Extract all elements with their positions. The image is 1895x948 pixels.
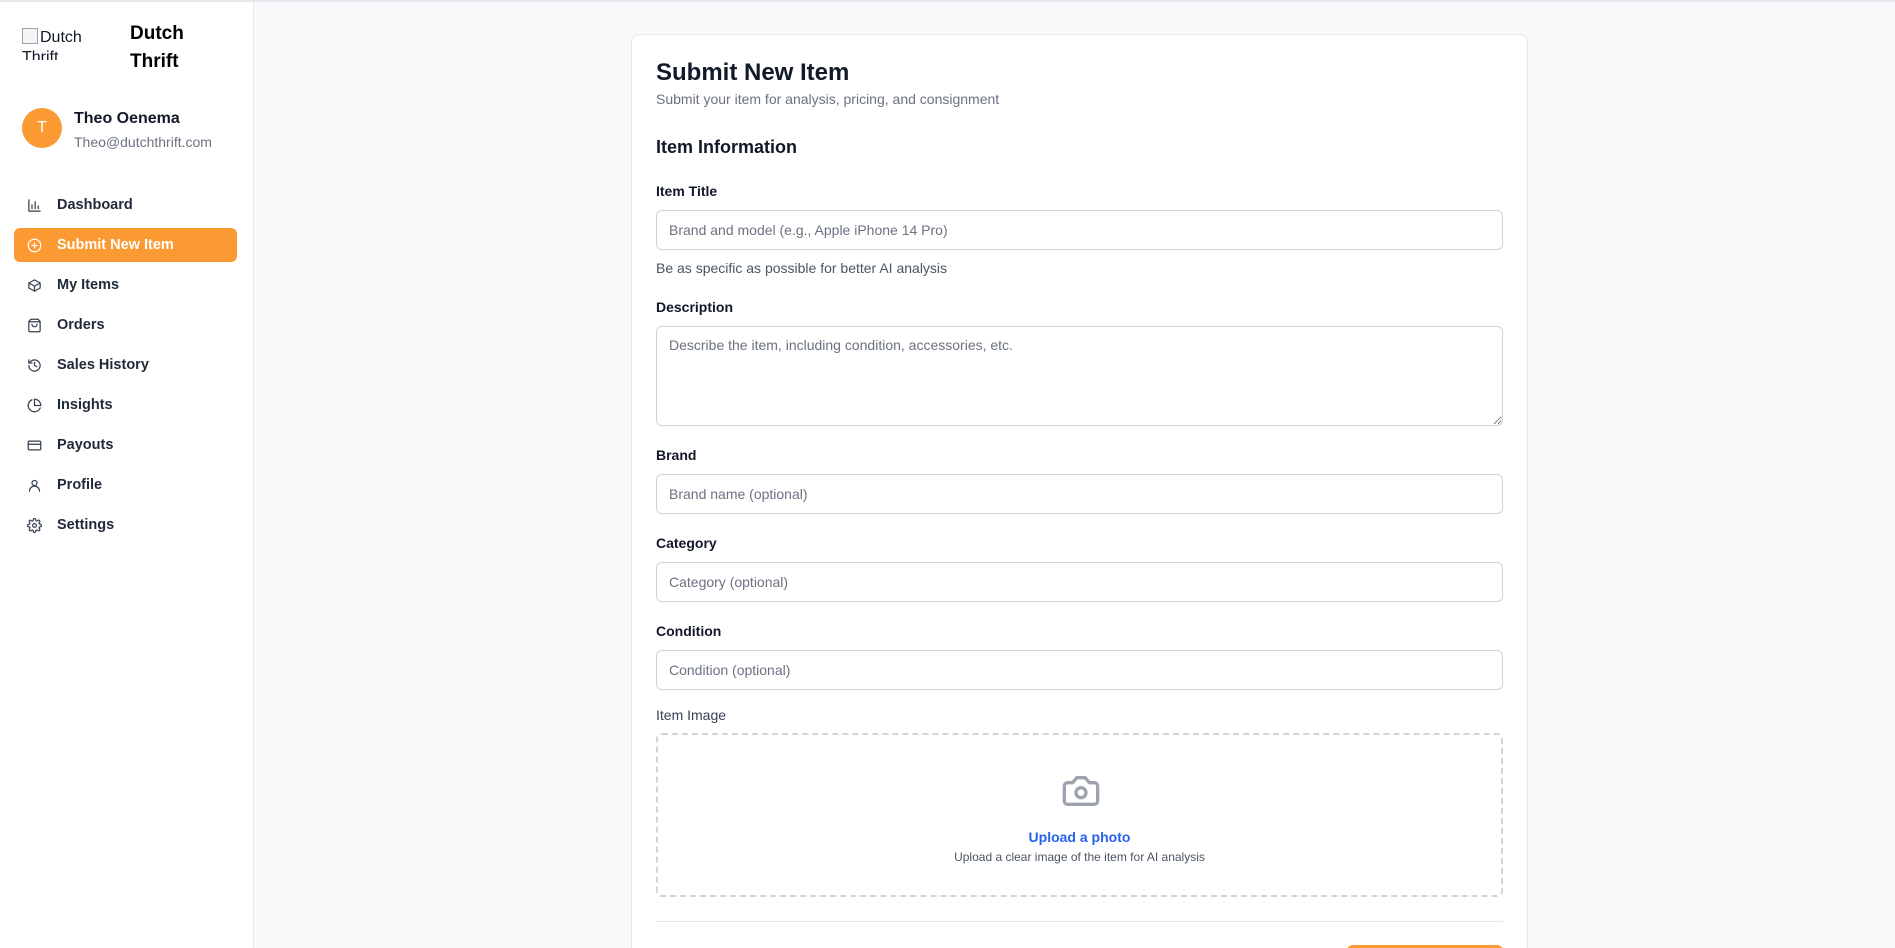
brand-name: Dutch Thrift — [130, 20, 184, 76]
sidebar-item-label: Insights — [57, 397, 113, 413]
sidebar-item-label: Settings — [57, 517, 115, 533]
description-textarea[interactable] — [656, 326, 1503, 426]
package-icon — [26, 277, 42, 293]
history-icon — [26, 357, 42, 373]
brand[interactable]: Dutch Thrift Dutch Thrift — [22, 20, 242, 72]
sidebar-item-my-items[interactable]: My Items — [14, 268, 237, 302]
shopping-bag-icon — [26, 317, 42, 333]
sidebar-item-label: Payouts — [57, 437, 114, 453]
broken-image-icon — [22, 28, 38, 44]
top-border — [0, 0, 1895, 2]
page-title: Submit New Item — [656, 59, 850, 86]
sidebar-item-label: Dashboard — [57, 197, 133, 213]
brand-name-line1: Dutch — [130, 23, 184, 44]
bar-chart-icon — [26, 197, 42, 213]
sidebar-item-orders[interactable]: Orders — [14, 308, 237, 342]
condition-input[interactable] — [656, 650, 1503, 690]
brand-input[interactable] — [656, 474, 1503, 514]
category-input[interactable] — [656, 562, 1503, 602]
category-label: Category — [656, 535, 717, 551]
item-title-input[interactable] — [656, 210, 1503, 250]
brand-label: Brand — [656, 447, 697, 463]
item-image-label: Item Image — [656, 707, 727, 723]
submit-item-card: Submit New Item Submit your item for ana… — [631, 34, 1528, 948]
sidebar-item-dashboard[interactable]: Dashboard — [14, 188, 237, 222]
image-dropzone[interactable]: Upload a photo Upload a clear image of t… — [656, 733, 1503, 897]
sidebar-item-label: Sales History — [57, 357, 149, 373]
brand-name-line2: Thrift — [130, 51, 179, 72]
user-name: Theo Oenema — [74, 110, 180, 127]
upload-hint: Upload a clear image of the item for AI … — [954, 850, 1205, 864]
avatar: T — [22, 108, 62, 148]
credit-card-icon — [26, 437, 42, 453]
sidebar-nav: Dashboard Submit New Item My Items Order… — [14, 188, 237, 548]
page-subtitle: Submit your item for analysis, pricing, … — [656, 91, 1000, 107]
sidebar: Dutch Thrift Dutch Thrift T Theo Oenema … — [0, 2, 254, 948]
sidebar-item-payouts[interactable]: Payouts — [14, 428, 237, 462]
divider — [656, 921, 1503, 922]
logo-image: Dutch Thrift — [22, 28, 100, 60]
gear-icon — [26, 517, 42, 533]
item-title-hint: Be as specific as possible for better AI… — [656, 260, 948, 276]
user-email: Theo@dutchthrift.com — [74, 134, 212, 150]
sidebar-item-label: Orders — [57, 317, 105, 333]
sidebar-item-settings[interactable]: Settings — [14, 508, 237, 542]
plus-circle-icon — [26, 237, 42, 253]
section-heading: Item Information — [656, 137, 798, 157]
sidebar-item-label: Submit New Item — [57, 237, 174, 253]
sidebar-item-label: My Items — [57, 277, 120, 293]
condition-label: Condition — [656, 623, 722, 639]
camera-icon — [1059, 771, 1103, 811]
user-profile: T Theo Oenema Theo@dutchthrift.com — [22, 108, 242, 152]
sidebar-item-insights[interactable]: Insights — [14, 388, 237, 422]
upload-photo-link[interactable]: Upload a photo — [658, 829, 1501, 845]
sidebar-item-profile[interactable]: Profile — [14, 468, 237, 502]
item-title-label: Item Title — [656, 183, 718, 199]
description-label: Description — [656, 299, 734, 315]
pie-chart-icon — [26, 397, 42, 413]
sidebar-item-sales-history[interactable]: Sales History — [14, 348, 237, 382]
user-icon — [26, 477, 42, 493]
sidebar-item-submit-new-item[interactable]: Submit New Item — [14, 228, 237, 262]
sidebar-item-label: Profile — [57, 477, 103, 493]
